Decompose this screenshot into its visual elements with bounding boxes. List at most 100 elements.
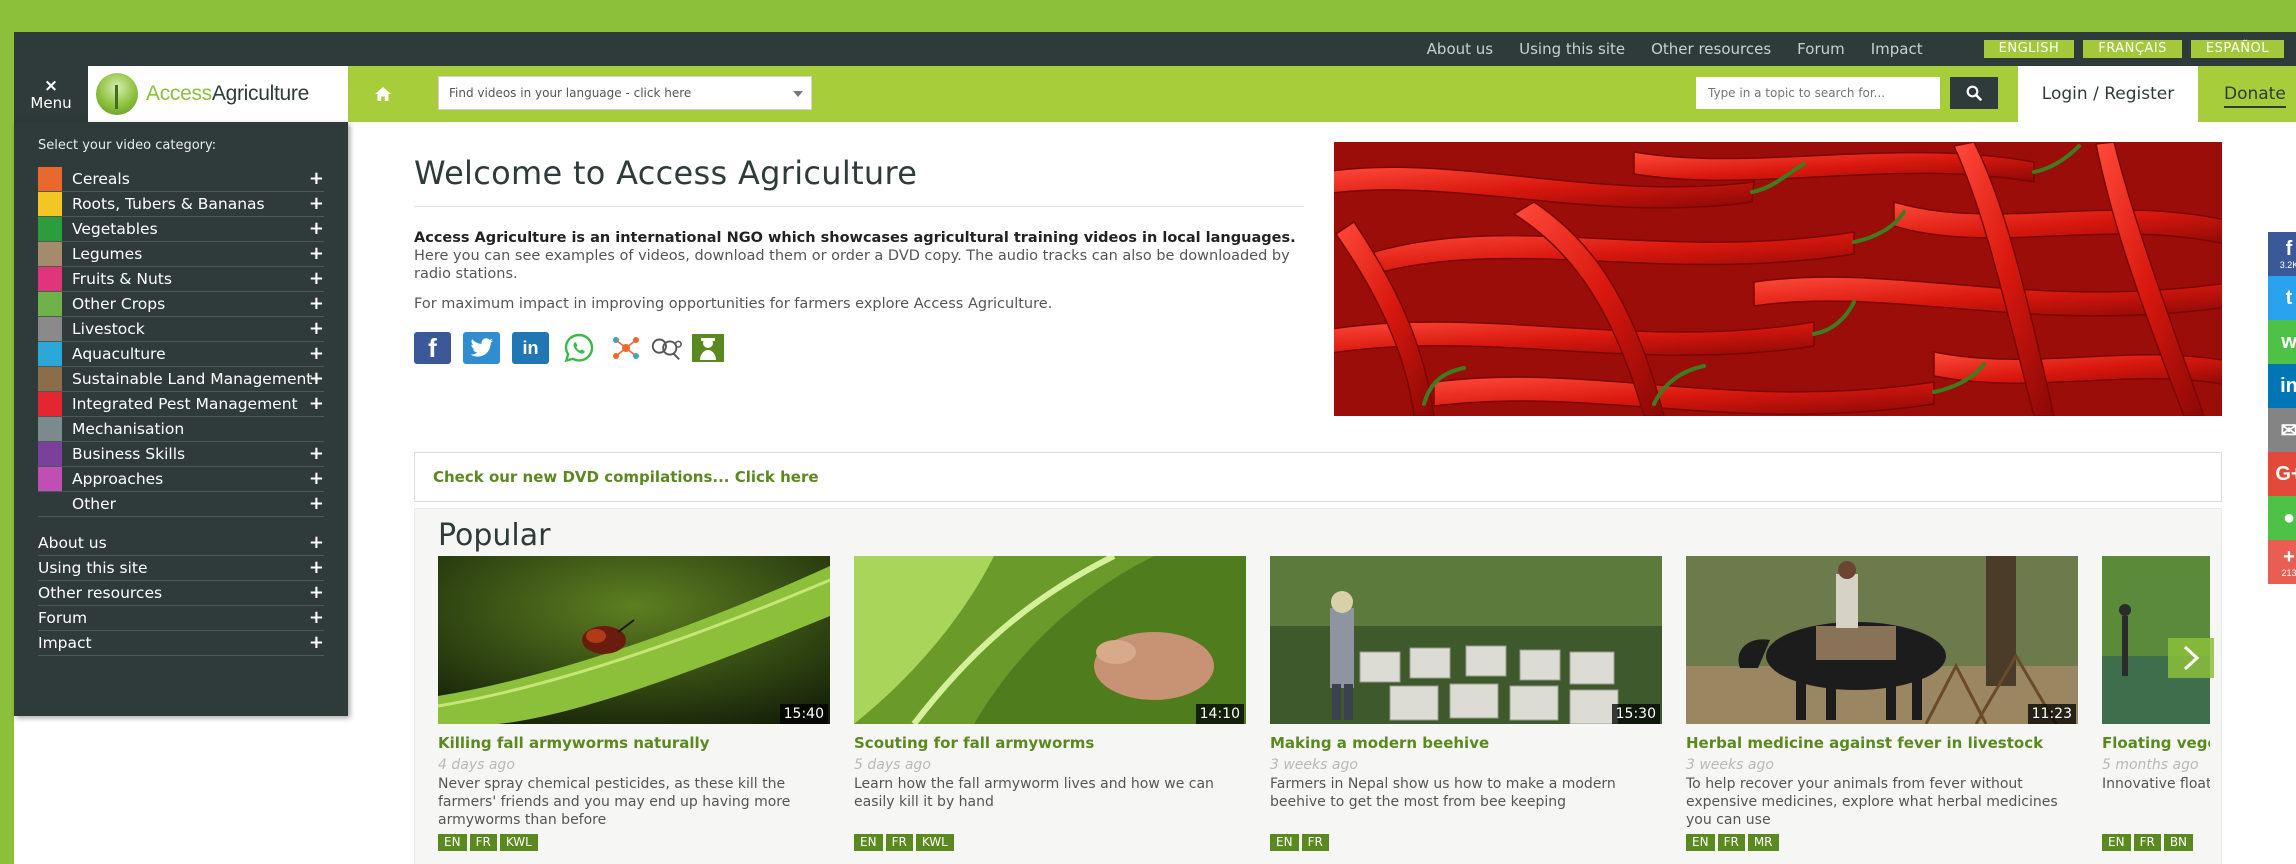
language-tag[interactable]: FR: [2133, 834, 2161, 851]
expand-plus-icon[interactable]: +: [309, 320, 324, 338]
login-register-link[interactable]: Login / Register: [2018, 66, 2198, 122]
language-tag[interactable]: FR: [1301, 834, 1329, 851]
expand-plus-icon[interactable]: +: [309, 370, 324, 388]
language-tag[interactable]: KWL: [915, 834, 954, 851]
linkedin-icon[interactable]: in: [2268, 364, 2296, 408]
language-tag[interactable]: FR: [469, 834, 497, 851]
expand-plus-icon[interactable]: +: [309, 634, 324, 652]
expand-plus-icon[interactable]: +: [309, 445, 324, 463]
sidebar-category-item[interactable]: Approaches +: [38, 467, 324, 492]
dvd-compilations-link[interactable]: Check our new DVD compilations... Click …: [414, 452, 2222, 502]
language-french-button[interactable]: FRANÇAIS: [2083, 40, 2182, 58]
network-icon[interactable]: [609, 332, 643, 364]
video-title[interactable]: Killing fall armyworms naturally: [438, 734, 830, 752]
language-tag[interactable]: EN: [2102, 834, 2131, 851]
carousel-next-button[interactable]: [2168, 638, 2214, 678]
language-english-button[interactable]: ENGLISH: [1983, 40, 2075, 58]
video-language-select[interactable]: Find videos in your language - click her…: [438, 76, 812, 110]
wechat-icon[interactable]: ●: [2268, 496, 2296, 540]
language-tag[interactable]: EN: [1270, 834, 1299, 851]
expand-plus-icon[interactable]: +: [309, 609, 324, 627]
sidebar-category-item[interactable]: Vegetables +: [38, 217, 324, 242]
twitter-icon[interactable]: [463, 332, 500, 364]
sidebar-category-item[interactable]: Roots, Tubers & Bananas +: [38, 192, 324, 217]
expand-plus-icon[interactable]: +: [309, 584, 324, 602]
expand-plus-icon[interactable]: +: [309, 470, 324, 488]
facebook-icon[interactable]: f: [414, 332, 451, 364]
video-duration: 14:10: [1195, 704, 1244, 724]
home-button[interactable]: [348, 66, 418, 122]
video-age: 5 days ago: [854, 757, 931, 773]
video-card[interactable]: 11:23 Herbal medicine against fever in l…: [1686, 556, 2078, 851]
video-thumbnail[interactable]: 11:23: [1686, 556, 2078, 724]
site-logo[interactable]: AccessAgriculture: [88, 66, 348, 122]
video-title[interactable]: Floating vegetable gardens: [2102, 734, 2210, 752]
more-share-icon[interactable]: +213: [2268, 540, 2296, 584]
email-icon[interactable]: ✉: [2268, 408, 2296, 452]
sidebar-category-item[interactable]: Fruits & Nuts +: [38, 267, 324, 292]
language-tag[interactable]: EN: [438, 834, 467, 851]
sidebar-category-item[interactable]: Business Skills +: [38, 442, 324, 467]
sidebar-category-item[interactable]: Legumes +: [38, 242, 324, 267]
top-link-forum[interactable]: Forum: [1797, 40, 1845, 58]
video-title[interactable]: Making a modern beehive: [1270, 734, 1662, 752]
top-link-impact[interactable]: Impact: [1871, 40, 1923, 58]
video-card[interactable]: 14:10 Scouting for fall armyworms 5 days…: [854, 556, 1246, 851]
expand-plus-icon[interactable]: +: [309, 345, 324, 363]
expand-plus-icon[interactable]: +: [309, 270, 324, 288]
linkedin-icon[interactable]: in: [512, 332, 549, 364]
language-tag[interactable]: EN: [1686, 834, 1715, 851]
video-card[interactable]: 15:30 Making a modern beehive 3 weeks ag…: [1270, 556, 1662, 851]
sidebar-category-item[interactable]: Other +: [38, 492, 324, 517]
googleplus-icon[interactable]: G+: [2268, 452, 2296, 496]
link-icon[interactable]: [649, 332, 683, 364]
video-title[interactable]: Herbal medicine against fever in livesto…: [1686, 734, 2078, 752]
sidebar-category-item[interactable]: Other Crops +: [38, 292, 324, 317]
facebook-icon[interactable]: f 3.2K: [2268, 232, 2296, 276]
video-thumbnail[interactable]: 15:30: [1270, 556, 1662, 724]
sidebar-link[interactable]: Forum +: [38, 606, 324, 631]
expand-plus-icon[interactable]: +: [309, 245, 324, 263]
top-link-using-site[interactable]: Using this site: [1519, 40, 1625, 58]
language-spanish-button[interactable]: ESPAÑOL: [2190, 40, 2284, 58]
expand-plus-icon[interactable]: +: [309, 559, 324, 577]
language-tag[interactable]: MR: [1747, 834, 1779, 851]
language-tag[interactable]: EN: [854, 834, 883, 851]
top-link-other-resources[interactable]: Other resources: [1651, 40, 1771, 58]
expand-plus-icon[interactable]: +: [309, 395, 324, 413]
donate-link[interactable]: Donate: [2224, 66, 2296, 122]
sidebar-link[interactable]: About us +: [38, 531, 324, 556]
sidebar-category-item[interactable]: Integrated Pest Management +: [38, 392, 324, 417]
video-card[interactable]: Floating vegetable gardens 5 months ago …: [2102, 556, 2210, 851]
expand-plus-icon[interactable]: +: [309, 220, 324, 238]
expand-plus-icon[interactable]: +: [309, 495, 324, 513]
expand-plus-icon[interactable]: +: [309, 295, 324, 313]
language-tag[interactable]: FR: [885, 834, 913, 851]
sidebar-category-item[interactable]: Aquaculture +: [38, 342, 324, 367]
menu-toggle-button[interactable]: × Menu: [14, 66, 88, 122]
sidebar-category-item[interactable]: Livestock +: [38, 317, 324, 342]
video-thumbnail[interactable]: 14:10: [854, 556, 1246, 724]
sidebar-link[interactable]: Other resources +: [38, 581, 324, 606]
sidebar-category-item[interactable]: Sustainable Land Management +: [38, 367, 324, 392]
search-button[interactable]: [1950, 77, 1998, 109]
video-thumbnail[interactable]: 15:40: [438, 556, 830, 724]
whatsapp-icon[interactable]: w: [2268, 320, 2296, 364]
expand-plus-icon[interactable]: +: [309, 170, 324, 188]
top-link-about[interactable]: About us: [1427, 40, 1493, 58]
expand-plus-icon[interactable]: +: [309, 195, 324, 213]
language-tag[interactable]: KWL: [499, 834, 538, 851]
expand-plus-icon[interactable]: +: [309, 534, 324, 552]
sidebar-link[interactable]: Impact +: [38, 631, 324, 656]
farmer-icon[interactable]: [689, 332, 727, 364]
sidebar-category-item[interactable]: Cereals +: [38, 167, 324, 192]
whatsapp-icon[interactable]: [561, 332, 597, 364]
search-input[interactable]: [1696, 77, 1940, 109]
video-title[interactable]: Scouting for fall armyworms: [854, 734, 1246, 752]
sidebar-category-item[interactable]: Mechanisation: [38, 417, 324, 442]
video-card[interactable]: 15:40 Killing fall armyworms naturally 4…: [438, 556, 830, 851]
twitter-icon[interactable]: t: [2268, 276, 2296, 320]
sidebar-link[interactable]: Using this site +: [38, 556, 324, 581]
language-tag[interactable]: FR: [1717, 834, 1745, 851]
language-tag[interactable]: BN: [2163, 834, 2194, 851]
